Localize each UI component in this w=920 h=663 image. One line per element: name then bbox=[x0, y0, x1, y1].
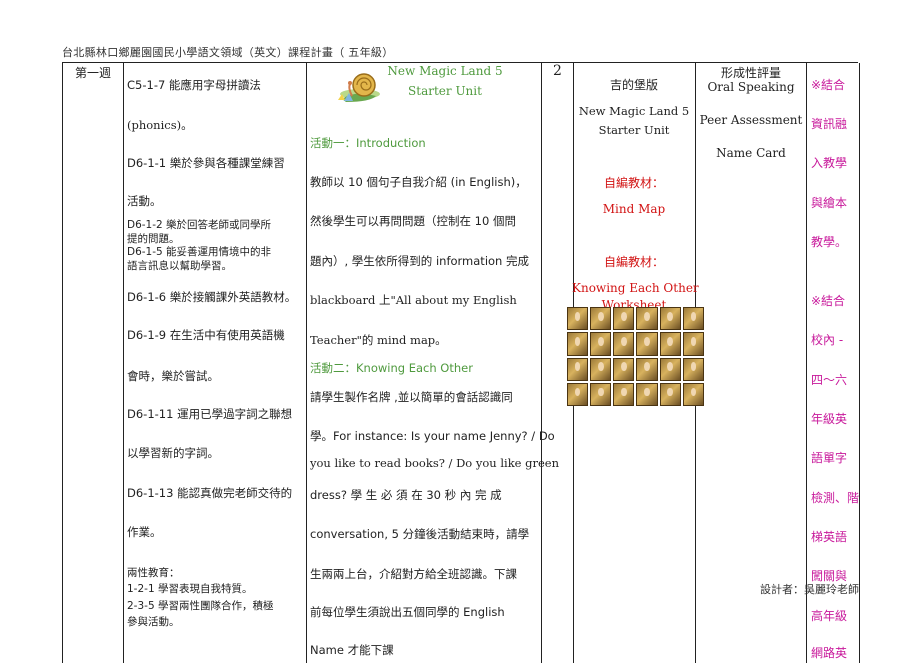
activity-line: conversation, 5 分鐘後活動結束時，請學 bbox=[310, 527, 530, 541]
goal-line: 會時，樂於嘗試。 bbox=[127, 369, 219, 383]
student-photo bbox=[613, 357, 635, 381]
student-photo bbox=[567, 382, 589, 406]
goal-line: 1-2-1 學習表現自我特質。 bbox=[127, 583, 253, 595]
goal-line: (phonics)。 bbox=[127, 118, 193, 132]
student-photo bbox=[636, 357, 658, 381]
material-knowing: Knowing Each Other bbox=[572, 281, 699, 295]
activity-line: you like to read books? / Do you like gr… bbox=[310, 456, 560, 470]
goal-line: D6-1-6 樂於接觸課外英語教材。 bbox=[127, 290, 297, 304]
activity-line: blackboard 上"All about my English bbox=[310, 293, 517, 307]
hours-count: 2 bbox=[553, 63, 562, 79]
snail-logo-icon bbox=[338, 73, 380, 102]
activity-two-title: 活動二：Knowing Each Other bbox=[310, 361, 473, 375]
note-line: 與繪本 bbox=[811, 196, 848, 210]
student-photo bbox=[659, 307, 681, 331]
student-photo bbox=[682, 332, 704, 356]
goal-line: 參與活動。 bbox=[127, 616, 180, 628]
student-photo bbox=[682, 307, 704, 331]
assessment-item: Name Card bbox=[716, 146, 786, 160]
note-line: 檢測、階 bbox=[811, 491, 860, 505]
student-photo bbox=[659, 332, 681, 356]
activity-line: 學。For instance: Is your name Jenny? / Do bbox=[310, 429, 555, 443]
activity-line: 生兩兩上台，介紹對方給全班認識。下課 bbox=[310, 567, 517, 581]
resource-book: New Magic Land 5 bbox=[578, 104, 690, 118]
goal-line: D6-1-1 樂於參與各種課堂練習 bbox=[127, 156, 285, 170]
goal-line: 2-3-5 學習兩性團隊合作，積極 bbox=[127, 600, 274, 612]
assessment-item: Peer Assessment bbox=[699, 113, 803, 127]
student-photo bbox=[613, 332, 635, 356]
student-photo bbox=[682, 382, 704, 406]
publisher: 吉的堡版 bbox=[609, 78, 658, 92]
activity-line: Teacher"的 mind map。 bbox=[310, 333, 447, 347]
student-photo bbox=[659, 357, 681, 381]
student-photo bbox=[636, 307, 658, 331]
self-made-label: 自編教材： bbox=[603, 255, 664, 269]
note-line: 資訊融 bbox=[811, 117, 848, 131]
note-line: 語單字 bbox=[811, 451, 848, 465]
activity-line: 然後學生可以再問問題（控制在 10 個問 bbox=[310, 214, 516, 228]
goal-line: 提的問題。 bbox=[127, 233, 180, 245]
document-header: 台北縣林口鄉麗園國民小學語文領域（英文）課程計畫（ 五年級） bbox=[62, 46, 394, 59]
resource-unit: Starter Unit bbox=[598, 123, 670, 137]
week-label: 第一週 bbox=[75, 66, 112, 80]
student-photo bbox=[590, 307, 612, 331]
goal-line: 作業。 bbox=[127, 525, 162, 539]
student-photo bbox=[590, 332, 612, 356]
student-photo bbox=[682, 357, 704, 381]
note-line: 教學。 bbox=[811, 235, 848, 249]
student-photo bbox=[567, 307, 589, 331]
student-photo bbox=[590, 357, 612, 381]
unit-title: Starter Unit bbox=[408, 84, 482, 98]
student-photo bbox=[636, 332, 658, 356]
goal-line: 兩性教育： bbox=[127, 567, 180, 579]
student-photo bbox=[659, 382, 681, 406]
goal-line: 語言訊息以幫助學習。 bbox=[127, 260, 232, 272]
goal-line: D6-1-2 樂於回答老師或同學所 bbox=[127, 219, 272, 231]
note-line: 入教學 bbox=[811, 156, 848, 170]
self-made-label: 自編教材： bbox=[603, 176, 664, 190]
activity-one-title: 活動一：Introduction bbox=[310, 136, 426, 150]
student-photo bbox=[613, 307, 635, 331]
student-photo bbox=[636, 382, 658, 406]
student-photo bbox=[590, 382, 612, 406]
assessment-title: 形成性評量 bbox=[720, 66, 781, 80]
activity-line: dress? 學 生 必 須 在 30 秒 內 完 成 bbox=[310, 488, 502, 502]
assessment-item: Oral Speaking bbox=[707, 80, 795, 94]
note-line: ※結合 bbox=[811, 294, 846, 308]
student-photo bbox=[567, 332, 589, 356]
goal-line: D6-1-9 在生活中有使用英語機 bbox=[127, 328, 285, 342]
activity-line: 教師以 10 個句子自我介紹 (in English)， bbox=[310, 175, 527, 189]
note-line: ※結合 bbox=[811, 78, 846, 92]
designer-credit: 設計者：吳麗玲老師 bbox=[760, 583, 859, 596]
goal-line: 活動。 bbox=[127, 194, 162, 208]
activity-line: 前每位學生須說出五個同學的 English bbox=[310, 605, 505, 619]
activity-line: 請學生製作名牌 ,並以簡單的會話認識同 bbox=[310, 390, 513, 404]
student-photo-grid bbox=[567, 307, 704, 406]
note-line: 四～六 bbox=[811, 373, 848, 387]
note-line: 網路英 bbox=[811, 646, 848, 660]
goal-line: D6-1-11 運用已學過字詞之聯想 bbox=[127, 407, 293, 421]
student-photo bbox=[567, 357, 589, 381]
activity-line: Name 才能下課 bbox=[310, 643, 394, 657]
goal-line: C5-1-7 能應用字母拼讀法 bbox=[127, 78, 261, 92]
note-line: 高年級 bbox=[811, 609, 848, 623]
note-line: 校內 - bbox=[811, 333, 844, 347]
student-photo bbox=[613, 382, 635, 406]
goal-line: D6-1-5 能妥善運用情境中的非 bbox=[127, 246, 272, 258]
note-line: 梯英語 bbox=[811, 530, 848, 544]
goal-line: 以學習新的字詞。 bbox=[127, 446, 219, 460]
note-line: 年級英 bbox=[811, 412, 848, 426]
col-week bbox=[62, 63, 123, 663]
activity-line: 題內）, 學生依所得到的 information 完成 bbox=[310, 254, 529, 268]
goal-line: D6-1-13 能認真做完老師交待的 bbox=[127, 486, 293, 500]
material-mind-map: Mind Map bbox=[602, 202, 666, 216]
book-title: New Magic Land 5 bbox=[387, 64, 503, 78]
